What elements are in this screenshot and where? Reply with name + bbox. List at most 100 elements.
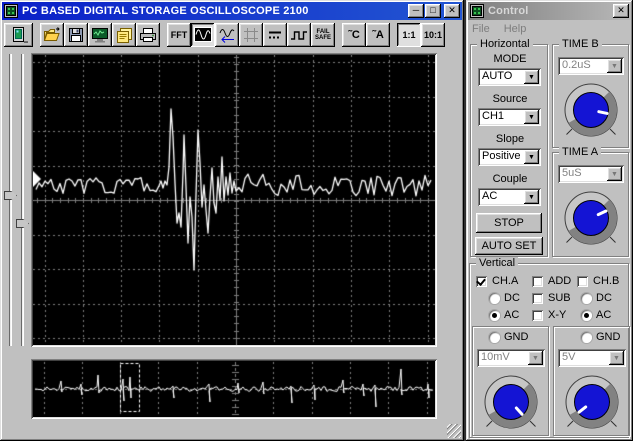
source-label: Source: [492, 93, 528, 105]
waveform-display-button[interactable]: [191, 22, 215, 47]
resize-grip[interactable]: [447, 424, 461, 438]
mode-dropdown-arrow-icon[interactable]: ▼: [524, 70, 539, 84]
ch-b-gnd-radio[interactable]: [581, 332, 592, 343]
fail-safe-button[interactable]: FAIL SAFE: [311, 22, 335, 47]
slope-combobox[interactable]: Positive ▼: [478, 148, 541, 166]
time-b-knob[interactable]: [560, 79, 622, 141]
open-button[interactable]: [40, 22, 64, 47]
control-titlebar[interactable]: Control ✕: [468, 2, 631, 20]
ch-b-position-slider-track[interactable]: [21, 54, 24, 346]
time-a-dropdown-arrow-icon[interactable]: ▼: [607, 167, 622, 181]
fft-label: FFT: [170, 29, 188, 40]
couple-value: AC: [482, 190, 498, 202]
vertical-group-title: Vertical: [476, 257, 519, 269]
line-style-button[interactable]: [263, 22, 287, 47]
grid-button[interactable]: [239, 22, 263, 47]
ch-a-checkbox[interactable]: [476, 276, 487, 287]
control-close-button[interactable]: ✕: [613, 4, 629, 18]
waveform-recall-button[interactable]: [215, 22, 239, 47]
ch-a-range-combobox[interactable]: 10mV ▼: [477, 349, 545, 367]
scope-display[interactable]: [33, 55, 435, 345]
time-a-group-title: TIME A: [559, 146, 602, 158]
cal-c-button[interactable]: ˜C: [342, 22, 366, 47]
close-button[interactable]: ✕: [444, 4, 460, 18]
xy-checkbox[interactable]: [532, 310, 543, 321]
notes-icon: [116, 27, 132, 43]
ch-a-dc-radio[interactable]: [489, 293, 500, 304]
fft-button[interactable]: FFT: [167, 22, 191, 47]
ch-b-range-combobox[interactable]: 5V ▼: [558, 349, 626, 367]
ch-a-gain-knob[interactable]: [480, 371, 542, 433]
ch-a-dc-label: DC: [504, 292, 520, 304]
maximize-button[interactable]: □: [425, 4, 441, 18]
line-style-icon: [269, 31, 281, 38]
ch-a-gnd-radio[interactable]: [489, 332, 500, 343]
ch-a-range-value: 10mV: [481, 351, 510, 363]
ratio-1-1-button[interactable]: 1:1: [397, 22, 421, 47]
square-wave-icon: [291, 30, 307, 40]
ch-b-checkbox[interactable]: [577, 276, 588, 287]
ch-b-ac-radio[interactable]: [581, 310, 592, 321]
ch-b-range-dropdown-arrow-icon[interactable]: ▼: [609, 351, 624, 365]
oscilloscope-window: PC BASED DIGITAL STORAGE OSCILLOSCOPE 21…: [0, 0, 464, 441]
sub-checkbox[interactable]: [532, 293, 543, 304]
time-a-knob[interactable]: [560, 187, 622, 249]
ch-a-ac-radio[interactable]: [489, 310, 500, 321]
source-value: CH1: [482, 110, 505, 122]
menubar: File Help: [472, 23, 540, 35]
sine-arrow-icon: [219, 28, 235, 43]
menu-help[interactable]: Help: [504, 23, 527, 35]
auto-set-button[interactable]: AUTO SET: [475, 237, 543, 255]
source-dropdown-arrow-icon[interactable]: ▼: [524, 110, 539, 124]
time-a-value: 5uS: [562, 167, 582, 179]
grid-icon: [244, 27, 258, 42]
main-titlebar[interactable]: PC BASED DIGITAL STORAGE OSCILLOSCOPE 21…: [2, 2, 462, 20]
couple-combobox[interactable]: AC ▼: [478, 188, 541, 206]
cal-a-button[interactable]: ˜A: [366, 22, 390, 47]
cal-a-label: ˜A: [372, 28, 384, 41]
print-button[interactable]: [136, 22, 160, 47]
ratio-10-1-button[interactable]: 10:1: [421, 22, 445, 47]
source-combobox[interactable]: CH1 ▼: [478, 108, 541, 126]
time-b-combobox[interactable]: 0.2uS ▼: [558, 57, 624, 75]
control-window-title: Control: [488, 5, 529, 17]
save-floppy-icon: [69, 27, 83, 42]
ch-b-ac-label: AC: [596, 309, 612, 321]
control-window: Control ✕ File Help Horizontal MODE AUTO…: [466, 0, 633, 441]
xy-label: X-Y: [548, 309, 567, 321]
time-a-combobox[interactable]: 5uS ▼: [558, 165, 624, 183]
ch-a-position-slider-track[interactable]: [9, 54, 12, 346]
app-icon: [4, 4, 18, 18]
ch-a-gnd-label: GND: [504, 331, 529, 343]
minimize-button[interactable]: ─: [408, 4, 424, 18]
sub-label: SUB: [548, 292, 571, 304]
square-wave-button[interactable]: [287, 22, 311, 47]
notes-button[interactable]: [112, 22, 136, 47]
ch-b-position-slider-thumb[interactable]: [16, 219, 29, 228]
vertical-group: Vertical CH.A ADD CH.B DC SUB DC AC X-Y …: [469, 257, 630, 438]
fail-safe-label-1: FAIL: [316, 28, 330, 35]
scope-display-frame: [31, 53, 437, 347]
overview-strip[interactable]: [33, 361, 435, 417]
cal-c-label: ˜C: [348, 28, 360, 41]
ch-a-position-slider-thumb[interactable]: [4, 191, 17, 200]
time-b-dropdown-arrow-icon[interactable]: ▼: [607, 59, 622, 73]
slope-dropdown-arrow-icon[interactable]: ▼: [524, 150, 539, 164]
ratio-10-1-label: 10:1: [423, 29, 442, 40]
menu-file[interactable]: File: [472, 23, 490, 35]
horizontal-group: Horizontal MODE AUTO ▼ Source CH1 ▼ Slop…: [470, 38, 548, 257]
ch-b-range-value: 5V: [562, 351, 576, 363]
capture-button[interactable]: [88, 22, 112, 47]
ch-b-dc-radio[interactable]: [581, 293, 592, 304]
couple-dropdown-arrow-icon[interactable]: ▼: [524, 190, 539, 204]
add-checkbox[interactable]: [532, 276, 543, 287]
stop-button[interactable]: STOP: [476, 213, 542, 233]
ch-a-range-dropdown-arrow-icon[interactable]: ▼: [528, 351, 543, 365]
time-a-group: TIME A 5uS ▼: [552, 146, 629, 257]
window-title: PC BASED DIGITAL STORAGE OSCILLOSCOPE 21…: [22, 5, 309, 17]
exit-button[interactable]: [4, 22, 33, 47]
ch-b-gain-knob[interactable]: [561, 371, 623, 433]
monitor-icon: [92, 27, 108, 42]
save-button[interactable]: [64, 22, 88, 47]
mode-combobox[interactable]: AUTO ▼: [478, 68, 541, 86]
